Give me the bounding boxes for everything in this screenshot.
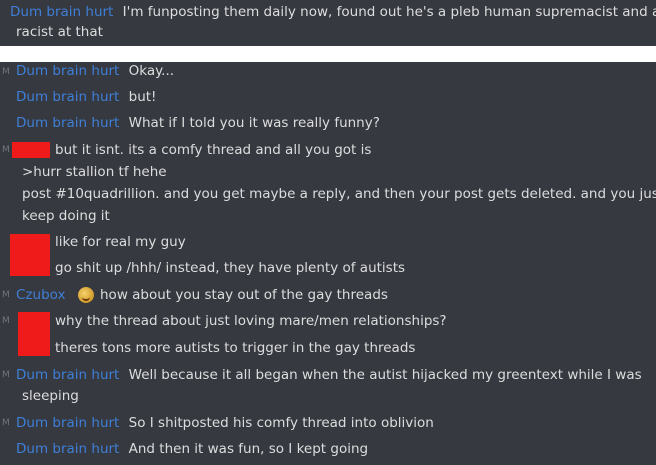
message-text: So I shitposted his comfy thread into ob…: [128, 415, 434, 431]
gutter-mark: M: [2, 67, 10, 77]
message-row: Dum brain hurt Okay...: [16, 61, 174, 81]
message-row: Dum brain hurt So I shitposted his comfy…: [16, 413, 434, 433]
username-link[interactable]: Dum brain hurt: [16, 63, 119, 79]
message-row: Dum brain hurt Well because it all began…: [16, 365, 642, 385]
gutter-mark: M: [2, 145, 10, 155]
message-text-continued: post #10quadrillion. and you get maybe a…: [22, 184, 656, 204]
message-row: Dum brain hurt And then it was fun, so I…: [16, 439, 368, 459]
message-row: like for real my guy: [55, 232, 186, 252]
message-text: Okay...: [128, 63, 175, 79]
message-text: racist at that: [16, 24, 103, 40]
message-row: Dum brain hurt I'm funposting them daily…: [10, 2, 656, 22]
username-link[interactable]: Dum brain hurt: [10, 4, 113, 20]
gutter-mark: M: [2, 316, 10, 326]
message-text: I'm funposting them daily now, found out…: [122, 4, 656, 20]
username-link[interactable]: Dum brain hurt: [16, 367, 119, 383]
gutter-mark: M: [2, 370, 10, 380]
message-text: And then it was fun, so I kept going: [128, 441, 369, 457]
message-text: keep doing it: [22, 208, 110, 224]
message-text: What if I told you it was really funny?: [128, 115, 380, 131]
redacted-avatar: [18, 312, 50, 356]
message-row: but it isnt. its a comfy thread and all …: [55, 140, 371, 160]
message-text: how about you stay out of the gay thread…: [100, 287, 388, 303]
cat-face-emoji-icon: [78, 287, 94, 303]
gutter-mark: M: [2, 290, 10, 300]
message-text: >hurr stallion tf hehe: [22, 164, 167, 180]
username-link[interactable]: Dum brain hurt: [16, 441, 119, 457]
username-link[interactable]: Dum brain hurt: [16, 89, 119, 105]
message-text: like for real my guy: [55, 234, 186, 250]
username-link[interactable]: Dum brain hurt: [16, 115, 119, 131]
message-text: go shit up /hhh/ instead, they have plen…: [55, 260, 406, 276]
message-text: why the thread about just loving mare/me…: [55, 313, 447, 329]
message-text-continued: keep doing it: [22, 206, 110, 226]
message-text-continued: racist at that: [16, 22, 103, 42]
message-row: go shit up /hhh/ instead, they have plen…: [55, 258, 405, 278]
message-row: why the thread about just loving mare/me…: [55, 311, 447, 331]
message-text: but!: [128, 89, 157, 105]
redacted-avatar: [10, 234, 50, 276]
message-text: Well because it all began when the autis…: [128, 367, 642, 383]
username-link[interactable]: Czubox: [16, 287, 65, 303]
message-text: sleeping: [22, 388, 79, 404]
message-row: Czubox: [16, 285, 65, 305]
top-message-panel: Dum brain hurt I'm funposting them daily…: [0, 0, 656, 46]
message-row: how about you stay out of the gay thread…: [100, 285, 388, 305]
message-text: but it isnt. its a comfy thread and all …: [55, 142, 372, 158]
message-text-continued: >hurr stallion tf hehe: [22, 162, 167, 182]
message-text: theres tons more autists to trigger in t…: [55, 340, 416, 356]
screenshot-divider: [0, 46, 656, 62]
message-text-continued: sleeping: [22, 386, 79, 406]
redacted-username: [12, 142, 50, 158]
message-row: theres tons more autists to trigger in t…: [55, 338, 415, 358]
username-link[interactable]: Dum brain hurt: [16, 415, 119, 431]
message-text: post #10quadrillion. and you get maybe a…: [22, 186, 656, 202]
message-row: Dum brain hurt but!: [16, 87, 156, 107]
gutter-mark: M: [2, 418, 10, 428]
message-row: Dum brain hurt What if I told you it was…: [16, 113, 380, 133]
